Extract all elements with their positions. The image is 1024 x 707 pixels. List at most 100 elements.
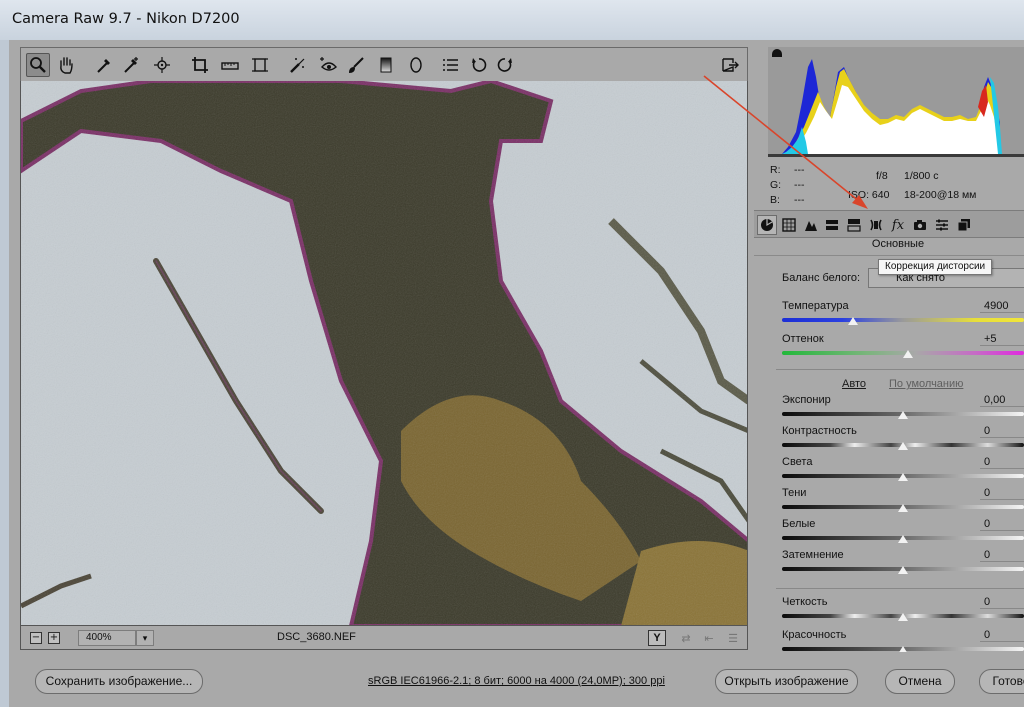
white-balance-label: Баланс белого: (782, 272, 861, 284)
slider-value-field[interactable]: 0 (980, 549, 1024, 562)
shadow-clipping-icon[interactable] (772, 49, 782, 57)
window-title: Camera Raw 9.7 - Nikon D7200 (12, 11, 240, 27)
shutter-value: 1/800 с (904, 170, 939, 182)
copy-settings-icon[interactable]: ⇤ (699, 629, 719, 647)
cancel-button[interactable]: Отмена (885, 669, 955, 694)
slider-label: Контрастность (782, 425, 857, 437)
slider-row: Света 0 (782, 456, 1024, 486)
zoom-in-button[interactable]: + (48, 632, 60, 644)
slider-track[interactable] (782, 318, 1024, 322)
slider-thumb[interactable] (898, 535, 908, 543)
slider-value-field[interactable]: 0,00 (980, 394, 1024, 407)
tab-split-toning-icon[interactable] (844, 215, 864, 235)
target-adjustment-icon[interactable] (150, 53, 174, 77)
workflow-options-link[interactable]: sRGB IEC61966-2.1; 8 бит; 6000 на 4000 (… (368, 675, 665, 687)
slider-row: Температура 4900 (782, 300, 1024, 330)
r-value: --- (794, 164, 805, 176)
preferences-icon[interactable] (438, 53, 462, 77)
spot-removal-icon[interactable] (286, 53, 310, 77)
chevron-down-icon[interactable]: ▾ (136, 630, 154, 646)
adjustment-brush-icon[interactable] (344, 53, 368, 77)
rotate-left-icon[interactable] (467, 53, 491, 77)
rotate-right-icon[interactable] (493, 53, 517, 77)
swap-before-after-icon[interactable]: ⇄ (676, 629, 696, 647)
slider-value-field[interactable]: 4900 (980, 300, 1024, 313)
straighten-icon[interactable] (218, 53, 242, 77)
tooltip: Коррекция дисторсии (878, 259, 993, 275)
slider-value-field[interactable]: 0 (980, 456, 1024, 469)
transform-icon[interactable] (248, 53, 272, 77)
hand-icon[interactable] (54, 53, 78, 77)
basic-adjustments: Баланс белого: Как снято Авто По умолчан… (754, 256, 1024, 652)
slider-value-field[interactable]: 0 (980, 487, 1024, 500)
slider-thumb[interactable] (848, 317, 859, 325)
slider-label: Четкость (782, 596, 828, 608)
tab-presets-icon[interactable] (932, 215, 952, 235)
zoom-icon[interactable] (26, 53, 50, 77)
done-button[interactable]: Готово (979, 669, 1024, 694)
slider-thumb[interactable] (898, 613, 908, 621)
tab-basic-icon[interactable] (757, 215, 777, 235)
slider-value-field[interactable]: 0 (980, 629, 1024, 642)
color-sampler-icon[interactable] (119, 53, 143, 77)
slider-label: Света (782, 456, 813, 468)
divider (776, 369, 1024, 370)
tab-effects-icon[interactable]: fx (888, 215, 908, 235)
red-eye-icon[interactable] (316, 53, 340, 77)
slider-label: Температура (782, 300, 849, 312)
slider-label: Затемнение (782, 549, 844, 561)
slider-thumb[interactable] (898, 411, 908, 419)
fullscreen-icon[interactable] (718, 53, 742, 77)
divider (776, 588, 1024, 589)
slider-row: Красочность 0 (782, 629, 1024, 652)
slider-thumb[interactable] (898, 473, 908, 481)
zoom-level-select[interactable]: 400% (78, 630, 136, 646)
aperture-value: f/8 (876, 170, 888, 182)
white-balance-icon[interactable] (92, 53, 116, 77)
save-image-button[interactable]: Сохранить изображение... (35, 669, 203, 694)
slider-thumb[interactable] (898, 646, 908, 652)
tab-camera-calibration-icon[interactable] (910, 215, 930, 235)
iso-value: ISO: 640 (848, 189, 890, 201)
b-label: B: (770, 194, 780, 206)
histogram (768, 47, 1024, 157)
tab-hsl-icon[interactable] (822, 215, 842, 235)
slider-value-field[interactable]: +5 (980, 333, 1024, 346)
tab-snapshots-icon[interactable] (954, 215, 974, 235)
r-label: R: (770, 164, 781, 176)
tab-lens-corrections-icon[interactable] (866, 215, 886, 235)
g-value: --- (794, 179, 805, 191)
slider-row: Четкость 0 (782, 596, 1024, 626)
slider-value-field[interactable]: 0 (980, 518, 1024, 531)
crop-icon[interactable] (188, 53, 212, 77)
slider-row: Тени 0 (782, 487, 1024, 517)
default-link[interactable]: По умолчанию (889, 378, 963, 390)
slider-thumb[interactable] (898, 442, 908, 450)
before-after-view-icon[interactable]: Y (648, 630, 666, 646)
panel-tabs: fx (754, 210, 1024, 238)
zoom-out-button[interactable]: − (30, 632, 42, 644)
graduated-filter-icon[interactable] (374, 53, 398, 77)
image-preview[interactable] (20, 81, 748, 626)
slider-label: Экспонир (782, 394, 831, 406)
tab-detail-icon[interactable] (801, 215, 821, 235)
file-name: DSC_3680.NEF (277, 631, 356, 643)
slider-value-field[interactable]: 0 (980, 596, 1024, 609)
slider-row: Оттенок +5 (782, 333, 1024, 363)
lens-value: 18-200@18 мм (904, 189, 977, 201)
toggle-settings-icon[interactable]: ☰ (723, 629, 743, 647)
slider-value-field[interactable]: 0 (980, 425, 1024, 438)
slider-thumb[interactable] (898, 504, 908, 512)
slider-thumb[interactable] (902, 350, 913, 358)
slider-label: Оттенок (782, 333, 824, 345)
radial-filter-icon[interactable] (404, 53, 428, 77)
tab-tone-curve-icon[interactable] (779, 215, 799, 235)
open-image-button[interactable]: Открыть изображение (715, 669, 858, 694)
bottom-bar: Сохранить изображение... sRGB IEC61966-2… (9, 656, 1024, 707)
auto-link[interactable]: Авто (842, 378, 866, 390)
window-titlebar: Camera Raw 9.7 - Nikon D7200 (0, 0, 1024, 40)
slider-thumb[interactable] (898, 566, 908, 574)
toolbar (20, 47, 748, 81)
slider-row: Белые 0 (782, 518, 1024, 548)
b-value: --- (794, 194, 805, 206)
